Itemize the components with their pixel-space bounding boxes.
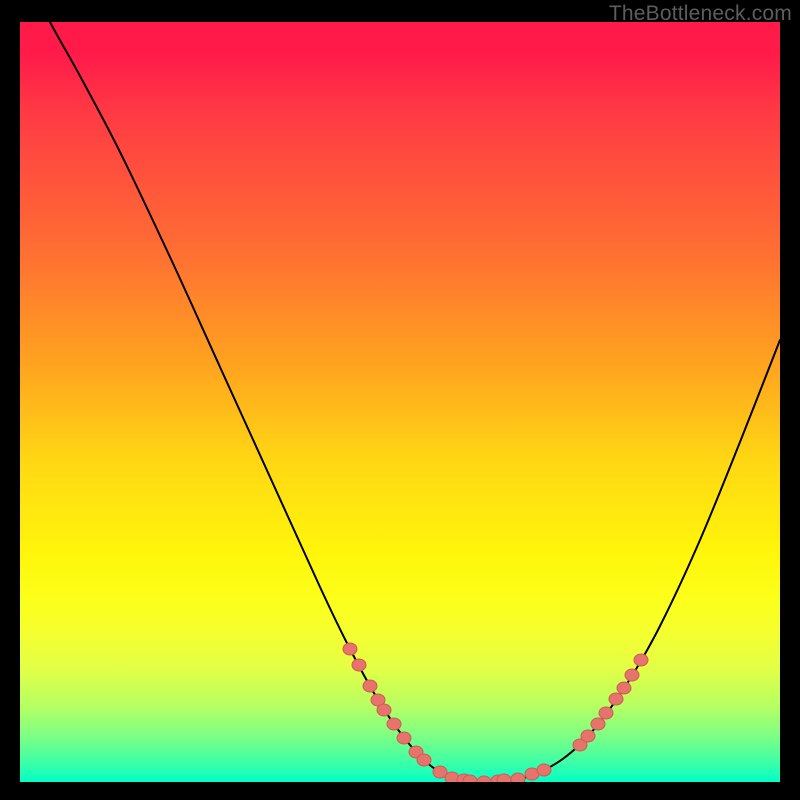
chart-svg (20, 22, 780, 782)
data-dot (352, 659, 366, 671)
data-dot (599, 707, 613, 719)
data-dots (343, 643, 648, 782)
watermark-text: TheBottleneck.com (609, 2, 792, 26)
data-dot (591, 718, 605, 730)
plot-area (20, 22, 780, 782)
data-dot (581, 730, 595, 742)
data-dot (634, 654, 648, 666)
data-dot (343, 643, 357, 655)
data-dot (617, 682, 631, 694)
data-dot (363, 680, 377, 692)
data-dot (609, 693, 623, 705)
chart-stage: TheBottleneck.com (0, 0, 800, 800)
data-dot (537, 764, 551, 776)
data-dot (397, 732, 411, 744)
data-dot (497, 774, 511, 782)
bottleneck-curve (20, 22, 780, 782)
data-dot (417, 754, 431, 766)
data-dot (511, 773, 525, 782)
data-dot (625, 669, 639, 681)
data-dot (387, 718, 401, 730)
data-dot (377, 704, 391, 716)
data-dot (477, 776, 491, 782)
